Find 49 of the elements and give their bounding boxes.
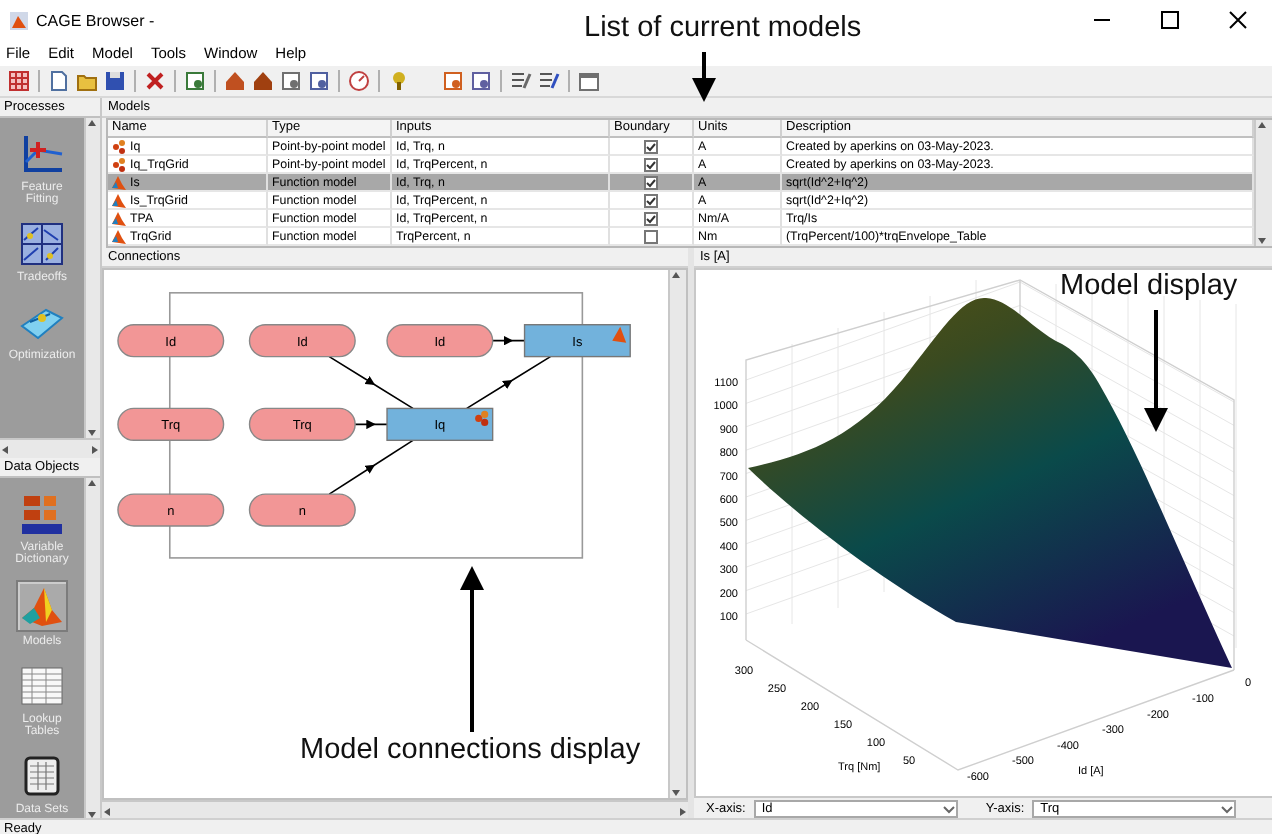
annotation-text: List of current models — [584, 12, 862, 44]
scroll-arrow-icon[interactable] — [86, 118, 98, 130]
save-icon[interactable] — [104, 70, 126, 92]
scrollbar[interactable] — [668, 270, 686, 798]
annotation-text: Model connections display — [300, 734, 641, 766]
scrollbar[interactable] — [0, 438, 100, 458]
window-title: CAGE Browser - — [36, 11, 155, 29]
peaks-surface-icon — [112, 211, 126, 225]
open-folder-icon[interactable] — [76, 70, 98, 92]
caret-icon — [941, 802, 956, 816]
list-icon[interactable] — [510, 70, 532, 92]
annotation-arrow — [692, 52, 716, 102]
checkbox[interactable] — [644, 139, 658, 153]
scrollbar[interactable] — [84, 478, 100, 820]
peaks-surface-icon — [112, 175, 126, 189]
scrollbar[interactable] — [84, 118, 100, 438]
delete-icon[interactable] — [144, 70, 166, 92]
peaks-surface-icon — [16, 580, 68, 632]
scroll-arrow-icon[interactable] — [1256, 234, 1268, 246]
checkbox[interactable] — [644, 175, 658, 189]
plot-grid-icon — [18, 220, 66, 268]
annotation-text: Model display — [1060, 270, 1238, 302]
checkbox[interactable] — [644, 229, 658, 243]
scroll-arrow-icon[interactable] — [0, 443, 12, 455]
new-file-icon[interactable] — [48, 70, 70, 92]
scroll-arrow-icon[interactable] — [1256, 120, 1268, 132]
annotation-arrow — [1144, 310, 1168, 432]
gauge-icon[interactable] — [348, 70, 370, 92]
house-icon[interactable] — [224, 70, 246, 92]
checkbox[interactable] — [644, 193, 658, 207]
scrollbar[interactable] — [102, 800, 688, 820]
list-icon[interactable] — [538, 70, 560, 92]
scrollbar[interactable] — [1254, 120, 1272, 246]
window-icon[interactable] — [578, 70, 600, 92]
node-cluster-icon — [475, 410, 489, 426]
scatter-fit-icon — [18, 130, 66, 178]
variable-list-icon — [18, 490, 66, 538]
caret-icon — [1220, 802, 1235, 816]
checkbox[interactable] — [644, 211, 658, 225]
peaks-surface-icon — [112, 229, 126, 243]
peaks-surface-icon — [112, 193, 126, 207]
grid-icon[interactable] — [8, 70, 30, 92]
scroll-arrow-icon[interactable] — [670, 270, 683, 282]
house-icon[interactable] — [252, 70, 274, 92]
peaks-surface-icon — [612, 326, 627, 343]
app-icon — [10, 11, 28, 29]
checkbox[interactable] — [644, 157, 658, 171]
scroll-arrow-icon[interactable] — [86, 478, 98, 490]
table-icon — [18, 662, 66, 710]
